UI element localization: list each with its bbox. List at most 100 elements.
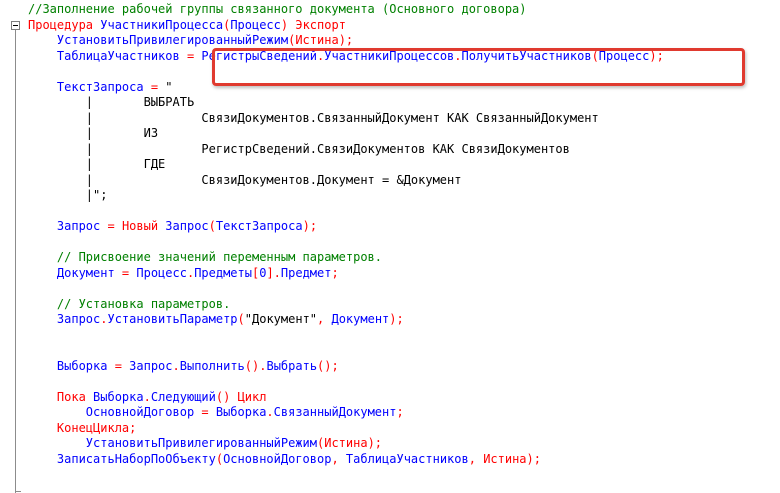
code-line: ОсновнойДоговор = Выборка.СвязанныйДокум… (28, 405, 664, 421)
code-token: Выборка (28, 358, 115, 373)
code-token: Документ (28, 265, 122, 280)
code-token: . (143, 389, 151, 404)
code-token: = (121, 265, 137, 280)
code-token: () (215, 389, 238, 404)
code-token: , (317, 312, 332, 326)
collapse-minus-icon[interactable] (11, 21, 20, 30)
code-line: КонецЦикла; (28, 421, 664, 437)
code-token: Процедура (28, 17, 101, 32)
code-token: ); (338, 33, 354, 47)
code-token: ТаблицаУчастников (345, 451, 469, 466)
code-token: | СвязиДокументов.Документ = &Документ (28, 172, 462, 187)
code-token: ТекстЗапроса (215, 219, 303, 233)
code-editor[interactable]: //Заполнение рабочей группы связанного д… (0, 0, 780, 493)
code-token: УстановитьПривилегированныйРежим (28, 436, 317, 450)
code-token: Новый (121, 219, 166, 233)
code-token: ; (129, 420, 137, 435)
code-token: | ГДЕ (28, 157, 166, 171)
code-token: ТекстЗапроса (28, 79, 151, 94)
code-token: ; (396, 405, 404, 419)
code-token: // Присвоение значений переменным параме… (28, 250, 383, 264)
code-line: | ВЫБРАТЬ (28, 95, 664, 111)
code-token: Запрос (165, 219, 209, 233)
code-line: УстановитьПривилегированныйРежим(Истина)… (28, 33, 664, 49)
code-line: Запрос = Новый Запрос(ТекстЗапроса); (28, 219, 664, 235)
code-token: Пока (28, 389, 94, 404)
code-line: Процедура УчастникиПроцесса(Процесс) Экс… (28, 18, 664, 34)
code-token: //Заполнение рабочей группы связанного д… (28, 2, 527, 16)
code-token: Процесс (136, 265, 187, 280)
code-token: ( (215, 451, 224, 466)
code-token: ); (302, 219, 318, 233)
code-token: ); (367, 436, 383, 450)
code-line: ЗаписатьНаборПоОбъекту(ОсновнойДоговор, … (28, 452, 664, 468)
code-token: Выборка (215, 405, 267, 419)
code-token: = (186, 48, 202, 63)
code-token: СвязанныйДокумент (273, 405, 397, 419)
code-token: // Установка параметров. (28, 296, 231, 311)
code-token: ); (389, 312, 404, 326)
code-token: | СвязиДокументов.СвязанныйДокумент КАК … (28, 110, 599, 125)
code-token: Предмет (280, 265, 332, 280)
code-line: Выборка = Запрос.Выполнить().Выбрать(); (28, 359, 664, 375)
code-token: Запрос (129, 358, 173, 373)
code-token: Цикл (237, 389, 267, 404)
code-token: " (165, 79, 173, 94)
code-token: Процесс (230, 17, 281, 32)
code-line: | СвязиДокументов.СвязанныйДокумент КАК … (28, 111, 664, 127)
code-line: |"; (28, 188, 664, 204)
code-token: ОсновнойДоговор (223, 451, 332, 466)
code-token: УстановитьПараметр (107, 312, 238, 326)
code-token: ; (331, 265, 339, 280)
code-token: Выполнить (179, 358, 245, 373)
code-token: ]. (266, 265, 281, 280)
code-token: (); (317, 358, 339, 373)
code-token: ); (526, 451, 541, 466)
code-token: Истина (324, 436, 368, 450)
code-token: УчастникиПроцесса (100, 17, 224, 32)
code-token: | ВЫБРАТЬ (28, 95, 195, 109)
code-token: = (150, 79, 166, 94)
code-token: ( (237, 312, 245, 326)
code-token: = (114, 358, 130, 373)
code-token: Выбрать (266, 358, 318, 373)
code-token: | РегистрСведений.СвязиДокументов КАК Св… (28, 141, 570, 156)
code-line: | СвязиДокументов.Документ = &Документ (28, 173, 664, 189)
code-token: . (172, 358, 180, 373)
code-token: Предметы (194, 265, 252, 280)
code-token: | ИЗ (28, 126, 159, 140)
fold-guide-line (15, 27, 16, 493)
code-token: Документ (331, 312, 390, 326)
code-token: ( (208, 219, 216, 233)
code-line: Документ = Процесс.Предметы[0].Предмет; (28, 266, 664, 282)
code-line: // Присвоение значений переменным параме… (28, 250, 664, 266)
code-token: = (201, 405, 216, 419)
code-line: | ГДЕ (28, 157, 664, 173)
code-token: (). (244, 358, 267, 373)
code-token: ОсновнойДоговор (28, 405, 202, 419)
code-token: Следующий (150, 389, 216, 404)
code-line: Пока Выборка.Следующий() Цикл (28, 390, 664, 406)
code-token: "Документ" (244, 312, 318, 326)
code-token: КонецЦикла (28, 420, 130, 435)
code-token: Запрос (28, 219, 108, 233)
fold-end-marker (15, 491, 21, 492)
code-token: = (107, 219, 122, 233)
code-line: | РегистрСведений.СвязиДокументов КАК Св… (28, 142, 664, 158)
code-line: // Установка параметров. (28, 297, 664, 313)
code-line: //Заполнение рабочей группы связанного д… (28, 2, 664, 18)
code-token: Выборка (93, 389, 144, 404)
code-token: ) (280, 17, 296, 32)
code-token: УстановитьПривилегированныйРежим (28, 33, 289, 47)
code-line: УстановитьПривилегированныйРежим(Истина)… (28, 436, 664, 452)
code-line: | ИЗ (28, 126, 664, 142)
code-token: , (331, 451, 346, 466)
code-token: Экспорт (295, 17, 346, 32)
code-token: , (468, 451, 484, 466)
